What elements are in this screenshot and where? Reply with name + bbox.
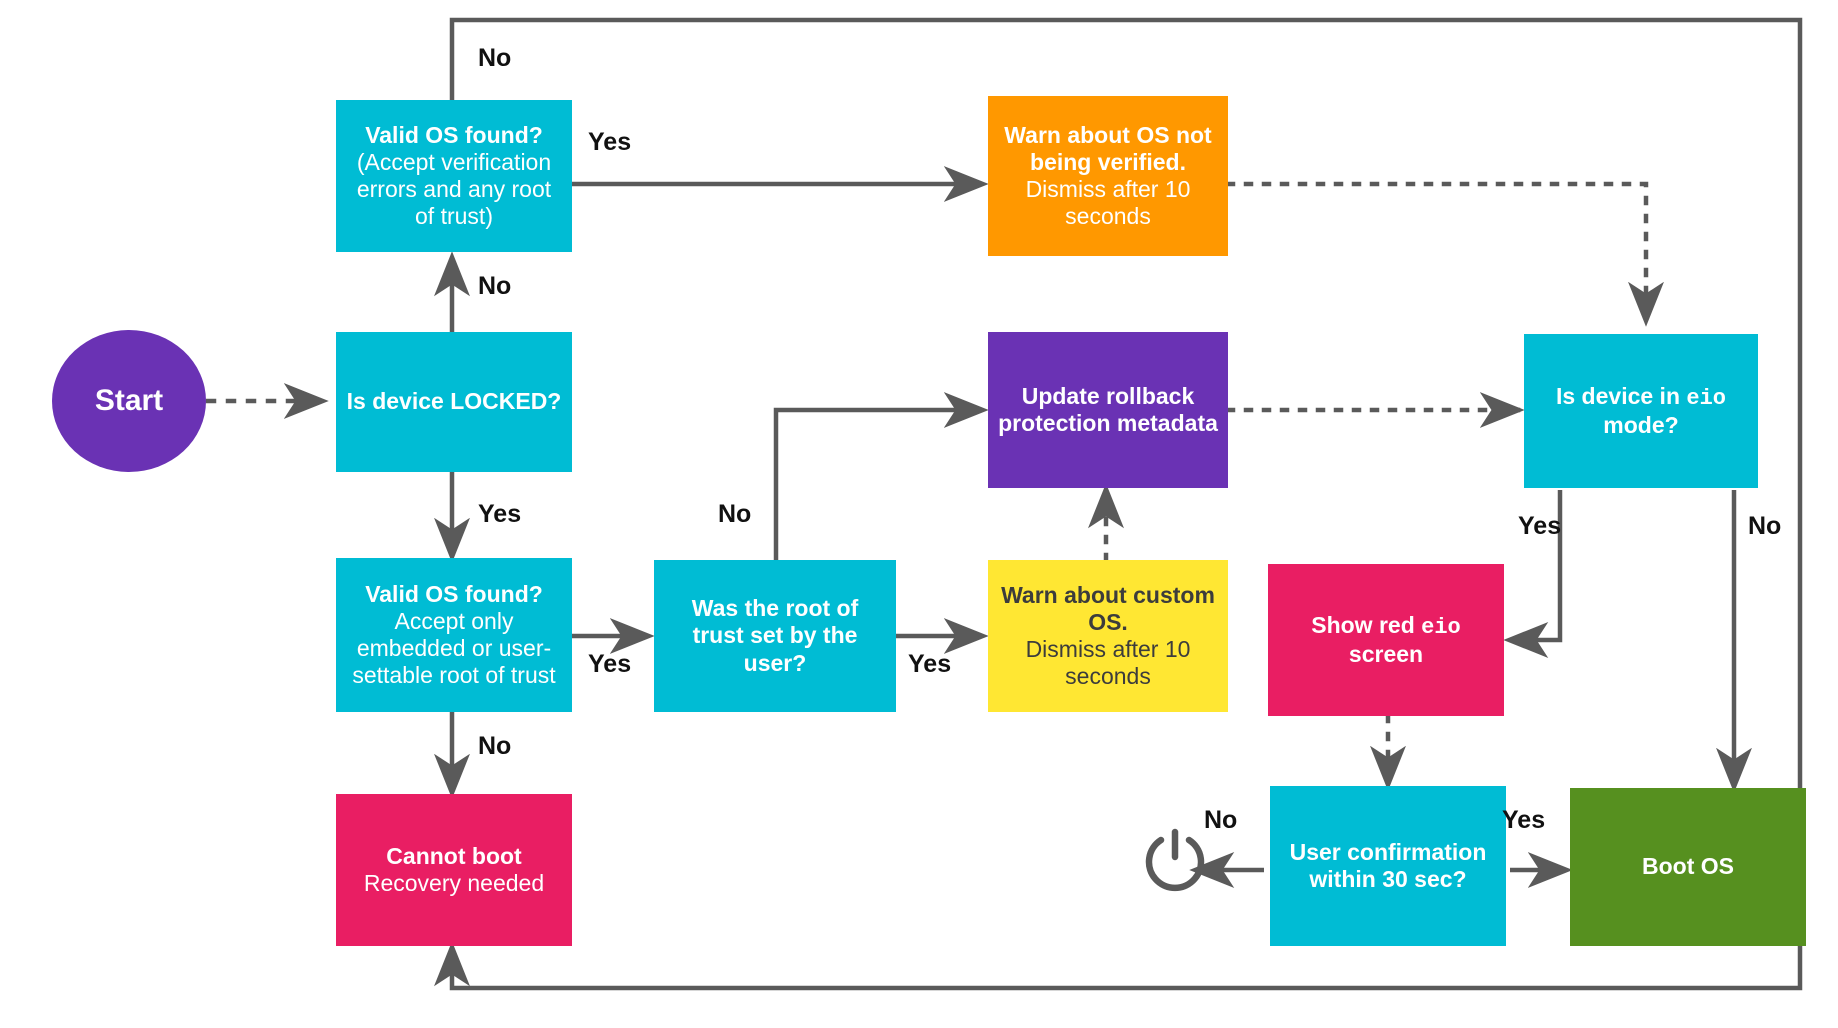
power-off-icon[interactable] xyxy=(1140,824,1210,894)
node-warn-custom-os-subtitle: Dismiss after 10 seconds xyxy=(1025,636,1191,690)
edge-label-unlocked-yes: Yes xyxy=(588,128,632,156)
node-is-device-locked-title: Is device LOCKED? xyxy=(346,388,562,415)
node-valid-os-locked[interactable]: Valid OS found? Accept only embedded or … xyxy=(336,558,572,712)
node-show-red-eio-title-pre: Show red xyxy=(1311,611,1422,638)
node-user-confirmation-title: User confirmation within 30 sec? xyxy=(1289,838,1487,892)
power-off-glyph xyxy=(1145,828,1205,892)
node-update-rollback[interactable]: Update rollback protection metadata xyxy=(988,332,1228,488)
edge-label-eio-yes: Yes xyxy=(1518,512,1562,540)
edge-label-validos-locked-yes: Yes xyxy=(588,650,632,678)
node-cannot-boot-title: Cannot boot xyxy=(386,842,522,869)
node-show-red-eio-title: Show red eio screen xyxy=(1278,612,1494,668)
edge-label-validos-locked-no: No xyxy=(478,732,512,760)
node-root-of-trust-user-title: Was the root of trust set by the user? xyxy=(691,595,859,676)
node-is-device-eio-title-mono: eio xyxy=(1686,385,1726,411)
node-valid-os-unlocked-subtitle: (Accept verification errors and any root… xyxy=(356,148,552,230)
edge-label-eio-no: No xyxy=(1748,512,1782,540)
node-is-device-eio[interactable]: Is device in eio mode? xyxy=(1524,334,1758,488)
edge-root-no xyxy=(773,392,989,560)
node-boot-os-title: Boot OS xyxy=(1642,853,1734,880)
node-warn-not-verified-title: Warn about OS not being verified. xyxy=(1004,121,1212,175)
node-start-label: Start xyxy=(94,384,164,418)
node-valid-os-locked-title: Valid OS found? xyxy=(365,580,543,607)
edge-label-confirm-yes: Yes xyxy=(1502,806,1546,834)
edge-label-root-yes: Yes xyxy=(908,650,952,678)
node-warn-not-verified-subtitle: Dismiss after 10 seconds xyxy=(1025,176,1191,230)
node-is-device-locked[interactable]: Is device LOCKED? xyxy=(336,332,572,472)
node-show-red-eio-title-post: screen xyxy=(1348,640,1424,667)
edge-label-locked-yes: Yes xyxy=(478,500,522,528)
node-cannot-boot-subtitle: Recovery needed xyxy=(363,870,545,896)
node-is-device-eio-title: Is device in eio mode? xyxy=(1534,383,1748,439)
node-valid-os-locked-subtitle: Accept only embedded or user-settable ro… xyxy=(352,607,556,689)
node-warn-custom-os-title: Warn about custom OS. xyxy=(1001,581,1215,635)
node-root-of-trust-user[interactable]: Was the root of trust set by the user? xyxy=(654,560,896,712)
edge-label-loop-top-no: No xyxy=(478,44,512,72)
node-warn-not-verified[interactable]: Warn about OS not being verified. Dismis… xyxy=(988,96,1228,256)
edge-label-locked-no: No xyxy=(478,272,512,300)
node-start[interactable]: Start xyxy=(52,330,206,472)
node-update-rollback-title: Update rollback protection metadata xyxy=(998,382,1218,436)
node-boot-os[interactable]: Boot OS xyxy=(1570,788,1806,946)
node-show-red-eio[interactable]: Show red eio screen xyxy=(1268,564,1504,716)
edge-label-root-no: No xyxy=(718,500,752,528)
connector-layer xyxy=(205,17,1803,991)
node-is-device-eio-title-pre: Is device in xyxy=(1555,382,1687,409)
node-user-confirmation[interactable]: User confirmation within 30 sec? xyxy=(1270,786,1506,946)
node-cannot-boot[interactable]: Cannot boot Recovery needed xyxy=(336,794,572,946)
edge-warn-to-eio xyxy=(1225,181,1664,327)
edge-label-confirm-no: No xyxy=(1204,806,1238,834)
node-is-device-eio-title-post: mode? xyxy=(1603,411,1679,438)
node-valid-os-unlocked[interactable]: Valid OS found? (Accept verification err… xyxy=(336,100,572,252)
node-show-red-eio-title-mono: eio xyxy=(1421,614,1461,640)
flowchart-canvas: Start Valid OS found? (Accept verificati… xyxy=(0,0,1838,1028)
node-warn-custom-os[interactable]: Warn about custom OS. Dismiss after 10 s… xyxy=(988,560,1228,712)
node-valid-os-unlocked-title: Valid OS found? xyxy=(365,121,543,148)
